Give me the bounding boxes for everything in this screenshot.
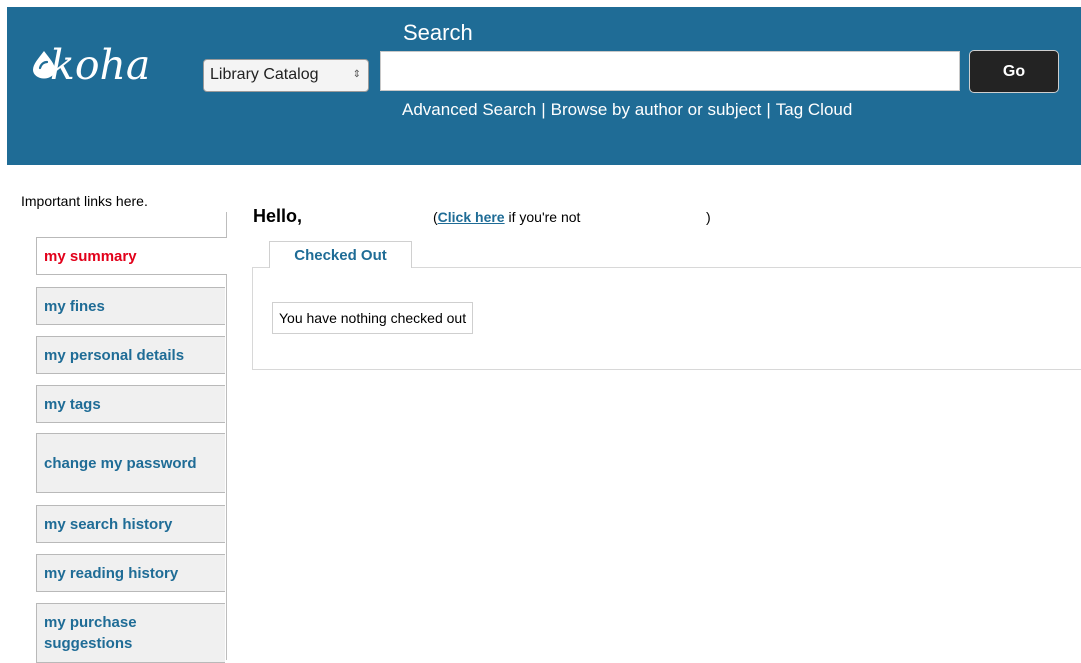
important-links-text: Important links here. <box>21 193 148 209</box>
search-heading: Search <box>403 20 473 45</box>
search-links: Advanced Search | Browse by author or subj… <box>402 100 852 120</box>
click-here-link[interactable]: Click here <box>438 209 505 225</box>
nav-my-purchase-suggestions[interactable]: my purchase suggestions <box>36 603 225 663</box>
browse-link[interactable]: Browse by author or subject <box>551 100 762 119</box>
koha-logo[interactable]: koha <box>32 41 182 93</box>
nav-my-reading-history[interactable]: my reading history <box>36 554 225 592</box>
not-you-close-paren: ) <box>706 209 711 225</box>
nav-my-personal-details[interactable]: my personal details <box>36 336 225 374</box>
tag-cloud-link[interactable]: Tag Cloud <box>776 100 853 119</box>
sidebar-divider <box>226 212 227 660</box>
empty-checkouts-message: You have nothing checked out <box>272 302 474 334</box>
select-arrows-icon: ⇕ <box>352 69 361 80</box>
nav-my-search-history[interactable]: my search history <box>36 505 225 543</box>
link-separator: | <box>541 100 546 119</box>
nav-change-password[interactable]: change my password <box>36 433 225 493</box>
logo-text: koha <box>50 41 151 89</box>
tab-checked-out[interactable]: Checked Out <box>269 241 412 268</box>
search-input[interactable] <box>380 51 960 91</box>
link-separator: | <box>766 100 771 119</box>
nav-my-summary[interactable]: my summary <box>36 237 227 275</box>
catalog-select[interactable]: Library Catalog ⇕ <box>203 59 369 92</box>
catalog-select-value: Library Catalog <box>210 66 319 83</box>
advanced-search-link[interactable]: Advanced Search <box>402 100 536 119</box>
go-button[interactable]: Go <box>969 50 1059 93</box>
not-you-text: if you're not <box>504 209 581 225</box>
greeting: Hello, <box>253 206 303 226</box>
nav-my-tags[interactable]: my tags <box>36 385 225 423</box>
site-header: koha Search Library Catalog ⇕ Go Advance… <box>7 7 1081 165</box>
nav-my-fines[interactable]: my fines <box>36 287 225 325</box>
not-you-notice: (Click here if you're not <box>433 209 580 225</box>
